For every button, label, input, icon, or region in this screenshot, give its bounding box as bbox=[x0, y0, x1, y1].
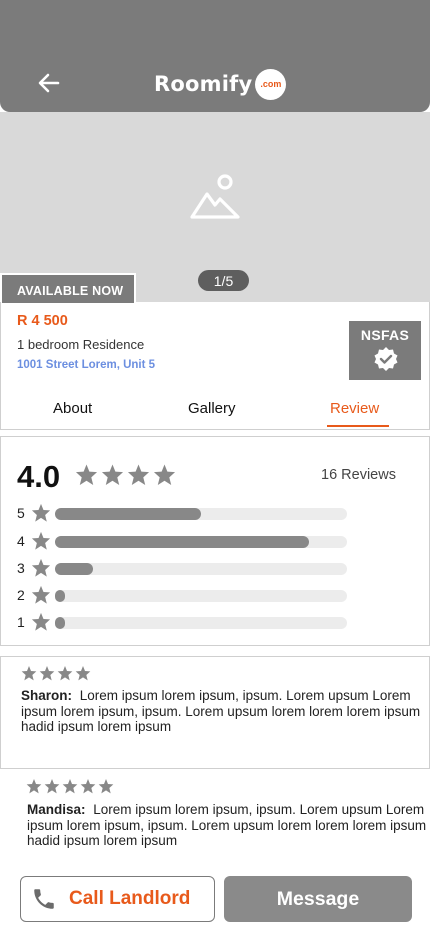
brand-logo: Roomify .com bbox=[154, 68, 287, 100]
rating-bar-fill bbox=[55, 536, 310, 548]
rating-bar-track bbox=[55, 590, 347, 602]
reviewer-name: Sharon: bbox=[21, 688, 73, 703]
listing-address[interactable]: 1001 Street Lorem, Unit 5 bbox=[17, 359, 155, 371]
star-icon bbox=[31, 531, 51, 555]
star-icon bbox=[31, 612, 51, 636]
reviews-count: 16 Reviews bbox=[321, 467, 396, 483]
star-icon bbox=[21, 666, 37, 681]
star-icon bbox=[80, 779, 96, 794]
star-icon bbox=[57, 666, 73, 681]
rating-bar-track bbox=[55, 536, 347, 548]
review-stars bbox=[26, 778, 114, 794]
rating-bar-row: 4 bbox=[17, 531, 357, 551]
active-tab-indicator bbox=[327, 425, 389, 427]
call-landlord-label: Call Landlord bbox=[69, 888, 191, 909]
call-landlord-button[interactable]: Call Landlord bbox=[20, 876, 215, 922]
star-icon bbox=[31, 585, 51, 609]
rating-bar-fill bbox=[55, 563, 93, 575]
star-icon bbox=[44, 779, 60, 794]
review-text: Mandisa: Lorem ipsum lorem ipsum, ipsum.… bbox=[27, 802, 429, 849]
app-header: Roomify .com bbox=[0, 0, 430, 112]
image-placeholder-icon bbox=[190, 174, 240, 219]
rating-bar-row: 5 bbox=[17, 503, 357, 523]
star-icon bbox=[62, 779, 78, 794]
listing-bedrooms: 1 bedroom Residence bbox=[17, 337, 145, 352]
star-icon bbox=[75, 464, 98, 486]
reviewer-name: Mandisa: bbox=[27, 802, 86, 817]
review-card: Sharon: Lorem ipsum lorem ipsum, ipsum. … bbox=[0, 656, 430, 769]
brand-name: Roomify bbox=[154, 72, 253, 96]
listing-price: R 4 500 bbox=[17, 313, 68, 329]
availability-badge: AVAILABLE NOW bbox=[0, 273, 136, 303]
back-arrow-icon[interactable] bbox=[36, 70, 62, 96]
rating-bar-track bbox=[55, 563, 347, 575]
review-card: Mandisa: Lorem ipsum lorem ipsum, ipsum.… bbox=[0, 770, 430, 870]
action-bar: Call Landlord Message bbox=[0, 868, 430, 928]
rating-bar-fill bbox=[55, 617, 66, 629]
nsfas-label: NSFAS bbox=[360, 327, 410, 343]
verified-icon bbox=[374, 347, 398, 371]
rating-bar-label: 3 bbox=[17, 560, 25, 576]
rating-score: 4.0 bbox=[17, 459, 61, 494]
star-icon bbox=[31, 558, 51, 582]
rating-bar-row: 1 bbox=[17, 612, 357, 632]
star-icon bbox=[127, 464, 150, 486]
rating-bar-track bbox=[55, 617, 347, 629]
rating-bar-label: 5 bbox=[17, 505, 25, 521]
message-button[interactable]: Message bbox=[224, 876, 412, 922]
star-icon bbox=[98, 779, 114, 794]
tab-gallery[interactable]: Gallery bbox=[188, 400, 236, 417]
tab-about[interactable]: About bbox=[53, 400, 92, 417]
star-icon bbox=[75, 666, 91, 681]
rating-bar-track bbox=[55, 508, 347, 520]
rating-bar-fill bbox=[55, 508, 201, 520]
brand-badge: .com bbox=[255, 68, 287, 100]
review-body: Lorem ipsum lorem ipsum, ipsum. Lorem up… bbox=[21, 688, 421, 734]
brand-badge-text: .com bbox=[260, 79, 282, 89]
rating-summary: 4.0 16 Reviews 5 4 3 2 1 bbox=[0, 436, 430, 646]
review-stars bbox=[21, 665, 91, 681]
star-icon bbox=[39, 666, 55, 681]
image-page-indicator: 1/5 bbox=[198, 270, 249, 291]
review-text: Sharon: Lorem ipsum lorem ipsum, ipsum. … bbox=[21, 688, 426, 735]
rating-bar-row: 3 bbox=[17, 558, 357, 578]
rating-bar-label: 4 bbox=[17, 533, 25, 549]
listing-tabs: About Gallery Review bbox=[1, 394, 429, 428]
rating-stars bbox=[75, 463, 176, 486]
review-body: Lorem ipsum lorem ipsum, ipsum. Lorem up… bbox=[27, 802, 427, 848]
rating-bar-label: 2 bbox=[17, 587, 25, 603]
rating-bar-row: 2 bbox=[17, 585, 357, 605]
star-icon bbox=[31, 503, 51, 527]
star-icon bbox=[26, 779, 42, 794]
star-icon bbox=[153, 464, 176, 486]
rating-bar-label: 1 bbox=[17, 614, 25, 630]
rating-bar-fill bbox=[55, 590, 66, 602]
listing-info: R 4 500 1 bedroom Residence 1001 Street … bbox=[0, 302, 430, 430]
star-icon bbox=[101, 464, 124, 486]
tab-review[interactable]: Review bbox=[330, 400, 379, 417]
nsfas-badge: NSFAS bbox=[349, 321, 421, 380]
phone-icon bbox=[34, 889, 54, 909]
